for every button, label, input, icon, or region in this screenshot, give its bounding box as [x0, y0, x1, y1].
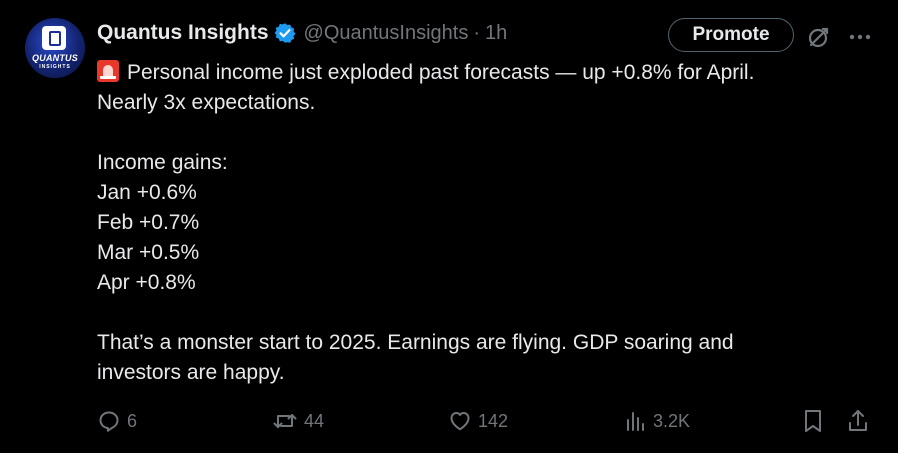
repost-button[interactable]: 44	[272, 404, 324, 438]
tweet-line-2: Nearly 3x expectations.	[97, 91, 316, 114]
author-handle[interactable]: @QuantusInsights	[304, 22, 469, 45]
gain-item: Jan +0.6%	[97, 181, 197, 204]
tweet-text: Personal income just exploded past forec…	[97, 58, 867, 388]
tweet-header: Quantus Insights @QuantusInsights · 1h	[97, 19, 507, 47]
meta-separator: ·	[473, 21, 481, 44]
grok-icon[interactable]	[806, 24, 832, 50]
promote-button[interactable]: Promote	[668, 18, 794, 52]
gain-item: Apr +0.8%	[97, 271, 196, 294]
reply-button[interactable]: 6	[97, 404, 137, 438]
share-icon	[849, 410, 867, 431]
gain-item: Mar +0.5%	[97, 241, 200, 264]
reply-icon	[99, 411, 119, 432]
closing-line-1: That’s a monster start to 2025. Earnings…	[97, 331, 734, 354]
avatar-brand-subtext: INSIGHTS	[39, 64, 71, 70]
like-button[interactable]: 142	[448, 404, 508, 438]
tweet-actions: 6 44 142 3.2K	[0, 404, 898, 438]
verified-badge-icon[interactable]	[274, 22, 296, 44]
gains-heading: Income gains:	[97, 151, 228, 174]
gain-item: Feb +0.7%	[97, 211, 200, 234]
avatar-brand-text: QUANTUS	[32, 53, 78, 63]
rotating-light-icon	[97, 60, 119, 82]
tweet-timestamp[interactable]: 1h	[485, 22, 507, 45]
tweet[interactable]: QUANTUS INSIGHTS Quantus Insights @Quant…	[0, 0, 898, 453]
heart-icon	[450, 412, 470, 431]
tweet-line-1: Personal income just exploded past forec…	[127, 61, 755, 84]
avatar[interactable]: QUANTUS INSIGHTS	[25, 18, 85, 78]
views-icon	[627, 412, 644, 431]
bookmark-icon	[805, 410, 821, 432]
closing-line-2: investors are happy.	[97, 361, 285, 384]
quantus-logo-icon	[42, 26, 66, 50]
author-display-name[interactable]: Quantus Insights	[97, 21, 269, 45]
like-count: 142	[478, 410, 509, 431]
repost-icon	[273, 414, 297, 428]
reply-count: 6	[127, 410, 138, 431]
views-count: 3.2K	[653, 410, 691, 431]
more-icon[interactable]	[847, 27, 873, 47]
views-button[interactable]: 3.2K	[623, 404, 690, 438]
share-button[interactable]	[846, 404, 870, 438]
tweet-line: Personal income just exploded past forec…	[97, 58, 867, 88]
repost-count: 44	[304, 410, 325, 431]
bookmark-button[interactable]	[801, 404, 825, 438]
